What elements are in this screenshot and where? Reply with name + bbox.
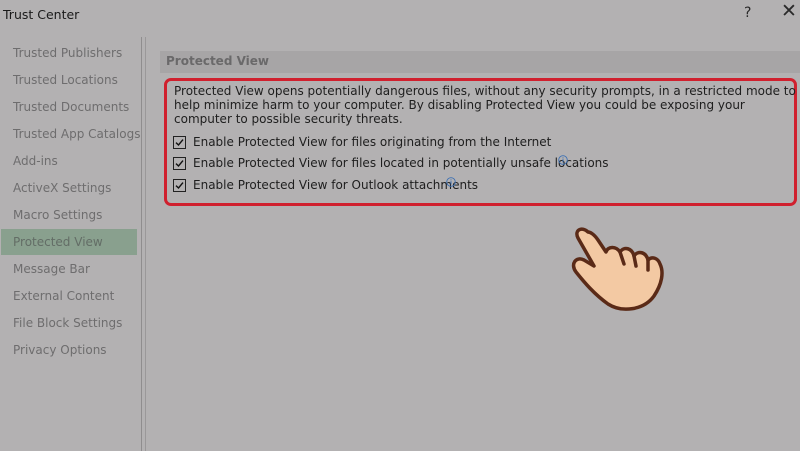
internet-files-label[interactable]: Enable Protected View for files originat… bbox=[193, 135, 551, 149]
title-bar: Trust Center ? ✕ bbox=[0, 0, 800, 32]
checkmark-icon bbox=[175, 139, 184, 147]
sidebar-item-activex-settings[interactable]: ActiveX Settings bbox=[1, 175, 137, 201]
outlook-attachments-checkbox[interactable] bbox=[173, 179, 186, 192]
sidebar-item-message-bar[interactable]: Message Bar bbox=[1, 256, 137, 282]
sidebar-item-external-content[interactable]: External Content bbox=[1, 283, 137, 309]
info-icon[interactable] bbox=[446, 177, 456, 187]
sidebar-item-file-block-settings[interactable]: File Block Settings bbox=[1, 310, 137, 336]
outlook-attachments-label[interactable]: Enable Protected View for Outlook attach… bbox=[193, 178, 478, 192]
unsafe-locations-label[interactable]: Enable Protected View for files located … bbox=[193, 156, 609, 170]
close-button[interactable]: ✕ bbox=[781, 2, 797, 21]
sidebar-item-privacy-options[interactable]: Privacy Options bbox=[1, 337, 137, 363]
sidebar-item-trusted-documents[interactable]: Trusted Documents bbox=[1, 94, 137, 120]
internet-files-checkbox[interactable] bbox=[173, 136, 186, 149]
unsafe-locations-checkbox[interactable] bbox=[173, 157, 186, 170]
section-title: Protected View bbox=[166, 54, 270, 68]
sidebar-item-trusted-locations[interactable]: Trusted Locations bbox=[1, 67, 137, 93]
protected-view-description: Protected View opens potentially dangero… bbox=[174, 84, 796, 126]
window-title: Trust Center bbox=[3, 7, 80, 22]
checkmark-icon bbox=[175, 160, 184, 168]
sidebar: Trusted Publishers Trusted Locations Tru… bbox=[0, 37, 142, 451]
section-header: Protected View bbox=[160, 51, 800, 73]
sidebar-item-trusted-publishers[interactable]: Trusted Publishers bbox=[1, 40, 137, 66]
sidebar-item-protected-view[interactable]: Protected View bbox=[1, 229, 137, 255]
pointing-hand-icon bbox=[571, 227, 664, 311]
info-icon[interactable] bbox=[558, 155, 568, 165]
checkmark-icon bbox=[175, 182, 184, 190]
sidebar-item-macro-settings[interactable]: Macro Settings bbox=[1, 202, 137, 228]
sidebar-item-add-ins[interactable]: Add-ins bbox=[1, 148, 137, 174]
content-divider bbox=[145, 37, 146, 451]
sidebar-item-trusted-app-catalogs[interactable]: Trusted App Catalogs bbox=[1, 121, 140, 147]
help-button[interactable]: ? bbox=[744, 5, 751, 21]
